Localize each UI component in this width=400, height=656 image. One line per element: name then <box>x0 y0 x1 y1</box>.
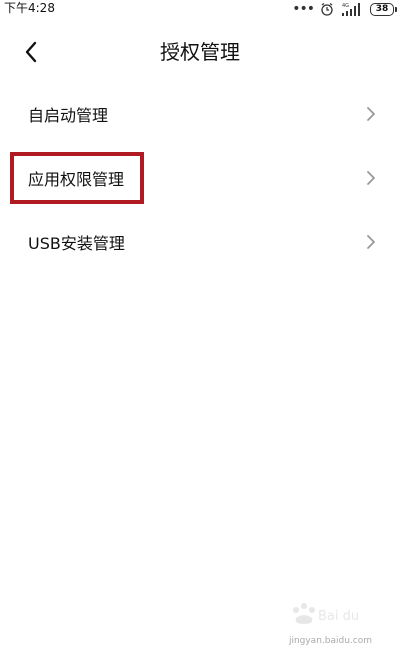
chevron-right-icon <box>367 235 375 249</box>
status-time: 下午4:28 <box>4 1 55 15</box>
alarm-icon <box>321 3 333 16</box>
watermark-text: jingyan.baidu.com <box>288 636 372 646</box>
chevron-left-icon <box>25 41 37 63</box>
status-icons: ••• 4G 38 <box>292 1 397 17</box>
page-title: 授权管理 <box>160 40 240 64</box>
header: 授权管理 <box>0 30 400 74</box>
menu-item-autostart[interactable]: 自启动管理 <box>0 82 400 146</box>
battery-level: 38 <box>375 3 389 14</box>
menu-item-usb-install[interactable]: USB安装管理 <box>0 210 400 274</box>
status-bar: 下午4:28 ••• 4G 38 <box>0 0 400 18</box>
menu-item-app-permissions[interactable]: 应用权限管理 <box>0 146 400 210</box>
back-button[interactable] <box>18 38 46 66</box>
svg-text:Bai du: Bai du <box>318 609 359 624</box>
menu-list: 自启动管理 应用权限管理 USB安装管理 <box>0 82 400 274</box>
menu-item-label: 应用权限管理 <box>28 170 125 189</box>
chevron-right-icon <box>367 107 375 121</box>
more-dots-icon: ••• <box>292 1 315 17</box>
chevron-right-icon <box>367 171 375 185</box>
svg-text:4G: 4G <box>342 3 349 9</box>
menu-item-label: 自启动管理 <box>28 106 109 125</box>
signal-4g-icon: 4G <box>342 3 360 16</box>
menu-item-label: USB安装管理 <box>28 234 125 253</box>
baidu-watermark-logo: Bai du <box>293 603 359 624</box>
battery-indicator: 38 <box>370 2 397 16</box>
